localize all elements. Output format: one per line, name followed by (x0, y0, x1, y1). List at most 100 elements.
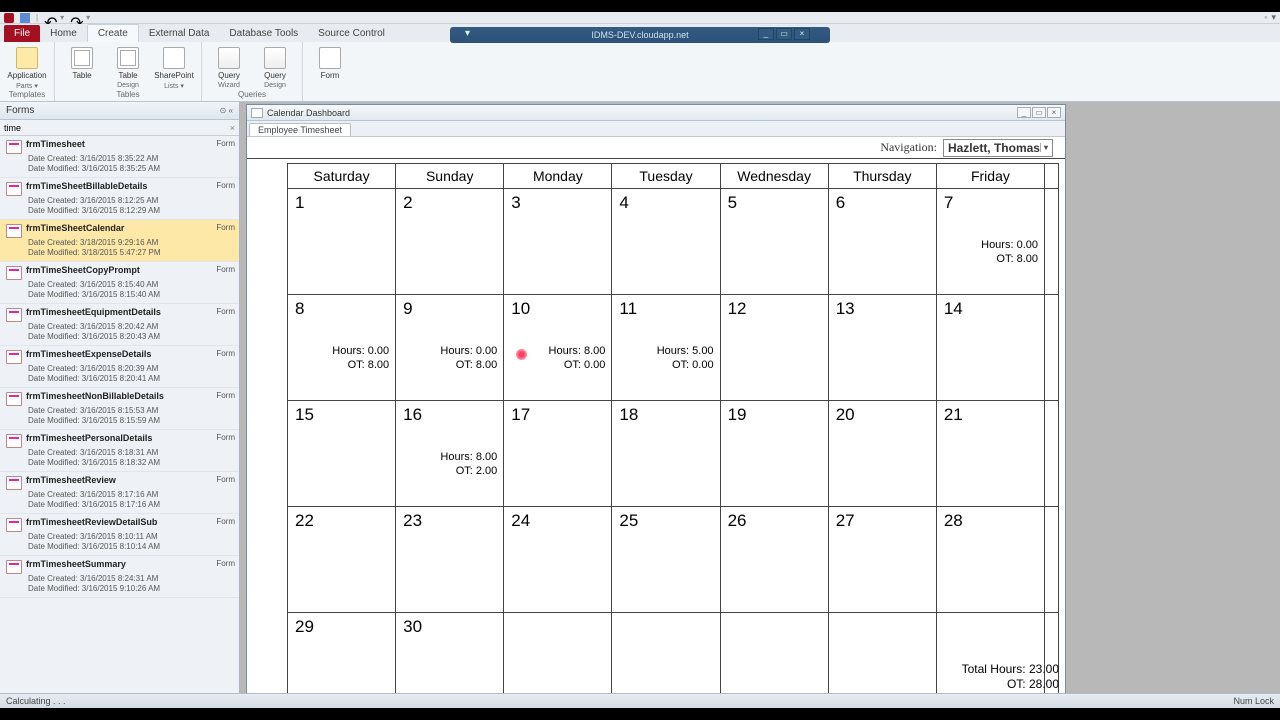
navpane-search: × (0, 120, 239, 136)
sharepoint-lists-button[interactable]: SharePointLists ▾ (153, 44, 195, 90)
calendar-cell[interactable]: 23 (396, 507, 504, 613)
calendar-cell[interactable]: 5 (720, 189, 828, 295)
nav-item-frmTimeSheetCalendar[interactable]: frmTimeSheetCalendarFormDate Created: 3/… (0, 220, 239, 262)
tab-external-data[interactable]: External Data (139, 25, 220, 42)
calendar-cell[interactable]: 12 (720, 295, 828, 401)
close-button[interactable]: × (794, 28, 810, 40)
employee-combo[interactable]: Hazlett, Thomas ▾ (943, 139, 1053, 157)
form-object-icon (6, 476, 22, 490)
calendar-cell[interactable]: 22 (288, 507, 396, 613)
child-minimize-button[interactable]: _ (1017, 107, 1031, 118)
tab-source-control[interactable]: Source Control (308, 25, 395, 42)
ribbon-group-templates: Application Parts ▾ Templates (0, 42, 55, 101)
undo-icon[interactable]: ↶ (44, 13, 54, 23)
child-close-button[interactable]: × (1047, 107, 1061, 118)
calendar-grid: SaturdaySundayMondayTuesdayWednesdayThur… (287, 163, 1059, 708)
total-hours: Total Hours: 23.00 (962, 662, 1059, 678)
window-buttons: _ ▭ × (758, 28, 810, 40)
nav-item-frmTimesheetReviewDetailSub[interactable]: frmTimesheetReviewDetailSubFormDate Crea… (0, 514, 239, 556)
calendar-cell[interactable]: 14 (936, 295, 1044, 401)
title-nav-icon[interactable]: ▾ (465, 28, 479, 40)
cell-hours: Hours: 8.00OT: 0.00 (549, 345, 606, 373)
form-object-icon (6, 392, 22, 406)
table-button[interactable]: Table (61, 44, 103, 80)
calendar-cell[interactable]: 9Hours: 0.00OT: 8.00 (396, 295, 504, 401)
restore-button[interactable]: ▭ (776, 28, 792, 40)
calendar-cell[interactable]: 21 (936, 401, 1044, 507)
calendar-cell[interactable]: 13 (828, 295, 936, 401)
ribbon-group-forms: Form (303, 42, 357, 101)
tab-home[interactable]: Home (40, 25, 87, 42)
nav-item-frmTimesheetEquipmentDetails[interactable]: frmTimesheetEquipmentDetailsFormDate Cre… (0, 304, 239, 346)
calendar-cell[interactable]: 11Hours: 5.00OT: 0.00 (612, 295, 720, 401)
query-design-icon (264, 47, 286, 69)
calendar-cell[interactable]: 3 (504, 189, 612, 295)
file-tab[interactable]: File (4, 25, 40, 42)
status-bar: Calculating . . . Num Lock (0, 693, 1280, 708)
calendar-cell[interactable]: 16Hours: 8.00OT: 2.00 (396, 401, 504, 507)
ribbon-group-queries: QueryWizard QueryDesign Queries (202, 42, 303, 101)
calendar-cell[interactable]: 6 (828, 189, 936, 295)
nav-item-frmTimeSheetBillableDetails[interactable]: frmTimeSheetBillableDetailsFormDate Crea… (0, 178, 239, 220)
day-header: Monday (504, 164, 612, 189)
ribbon-body: Application Parts ▾ Templates Table Tabl… (0, 42, 1280, 102)
calendar-cell[interactable]: 15 (288, 401, 396, 507)
calendar-cell[interactable]: 28 (936, 507, 1044, 613)
navpane-search-input[interactable] (4, 123, 230, 133)
status-right: Num Lock (1233, 696, 1274, 706)
nav-item-frmTimeSheetCopyPrompt[interactable]: frmTimeSheetCopyPromptFormDate Created: … (0, 262, 239, 304)
nav-item-frmTimesheetSummary[interactable]: frmTimesheetSummaryFormDate Created: 3/1… (0, 556, 239, 598)
form-object-icon (6, 266, 22, 280)
minimize-button[interactable]: _ (758, 28, 774, 40)
nav-item-frmTimesheetPersonalDetails[interactable]: frmTimesheetPersonalDetailsFormDate Crea… (0, 430, 239, 472)
search-clear-icon[interactable]: × (230, 123, 235, 133)
form-button[interactable]: Form (309, 44, 351, 80)
table-icon (71, 47, 93, 69)
ribbon-group-tables: Table TableDesign SharePointLists ▾ Tabl… (55, 42, 202, 101)
navigation-pane: Forms ⊙ « × frmTimesheetFormDate Created… (0, 102, 240, 708)
child-window-titlebar[interactable]: Calendar Dashboard _ ▭ × (247, 105, 1065, 121)
employee-timesheet-tab[interactable]: Employee Timesheet (249, 123, 351, 136)
qat-sep: | (36, 13, 38, 22)
application-parts-icon (16, 47, 38, 69)
calendar-cell[interactable]: 2 (396, 189, 504, 295)
calendar-cell[interactable]: 25 (612, 507, 720, 613)
total-ot: OT: 28.00 (962, 677, 1059, 693)
calendar-cell[interactable]: 24 (504, 507, 612, 613)
tab-database-tools[interactable]: Database Tools (219, 25, 308, 42)
nav-item-frmTimesheetNonBillableDetails[interactable]: frmTimesheetNonBillableDetailsFormDate C… (0, 388, 239, 430)
redo-icon[interactable]: ↷ (70, 13, 80, 23)
min-ribbon-icon[interactable]: ▾ (1271, 12, 1276, 23)
calendar-cell[interactable]: 8Hours: 0.00OT: 8.00 (288, 295, 396, 401)
navigation-label: Navigation: (880, 140, 937, 155)
nav-item-frmTimesheet[interactable]: frmTimesheetFormDate Created: 3/16/2015 … (0, 136, 239, 178)
help-icon[interactable]: ◦ (1264, 12, 1267, 23)
navpane-collapse-icon[interactable]: ⊙ « (220, 106, 233, 115)
calendar-cell[interactable]: 7Hours: 0.00OT: 8.00 (936, 189, 1044, 295)
calendar-cell[interactable]: 1 (288, 189, 396, 295)
navpane-header[interactable]: Forms ⊙ « (0, 102, 239, 120)
nav-item-frmTimesheetExpenseDetails[interactable]: frmTimesheetExpenseDetailsFormDate Creat… (0, 346, 239, 388)
calendar-cell[interactable]: 18 (612, 401, 720, 507)
query-design-button[interactable]: QueryDesign (254, 44, 296, 89)
mdi-area: Calendar Dashboard _ ▭ × Employee Timesh… (240, 102, 1280, 708)
cell-hours: Hours: 0.00OT: 8.00 (440, 345, 497, 373)
calendar-cell[interactable]: 26 (720, 507, 828, 613)
tab-create[interactable]: Create (87, 24, 139, 42)
calendar-cell[interactable]: 4 (612, 189, 720, 295)
application-parts-button[interactable]: Application Parts ▾ (6, 44, 48, 90)
query-wizard-button[interactable]: QueryWizard (208, 44, 250, 89)
cell-hours: Hours: 0.00OT: 8.00 (332, 345, 389, 373)
app-title: IDMS-DEV.cloudapp.net (591, 30, 688, 40)
calendar-cell[interactable]: 10Hours: 8.00OT: 0.00 (504, 295, 612, 401)
save-icon[interactable] (20, 13, 30, 23)
calendar-cell[interactable]: 19 (720, 401, 828, 507)
table-design-button[interactable]: TableDesign (107, 44, 149, 89)
child-restore-button[interactable]: ▭ (1032, 107, 1046, 118)
nav-item-frmTimesheetReview[interactable]: frmTimesheetReviewFormDate Created: 3/16… (0, 472, 239, 514)
calendar-cell[interactable]: 27 (828, 507, 936, 613)
chevron-down-icon: ▾ (1040, 143, 1048, 152)
calendar-cell[interactable]: 17 (504, 401, 612, 507)
calendar-cell[interactable]: 20 (828, 401, 936, 507)
cell-hours: Hours: 8.00OT: 2.00 (440, 451, 497, 479)
